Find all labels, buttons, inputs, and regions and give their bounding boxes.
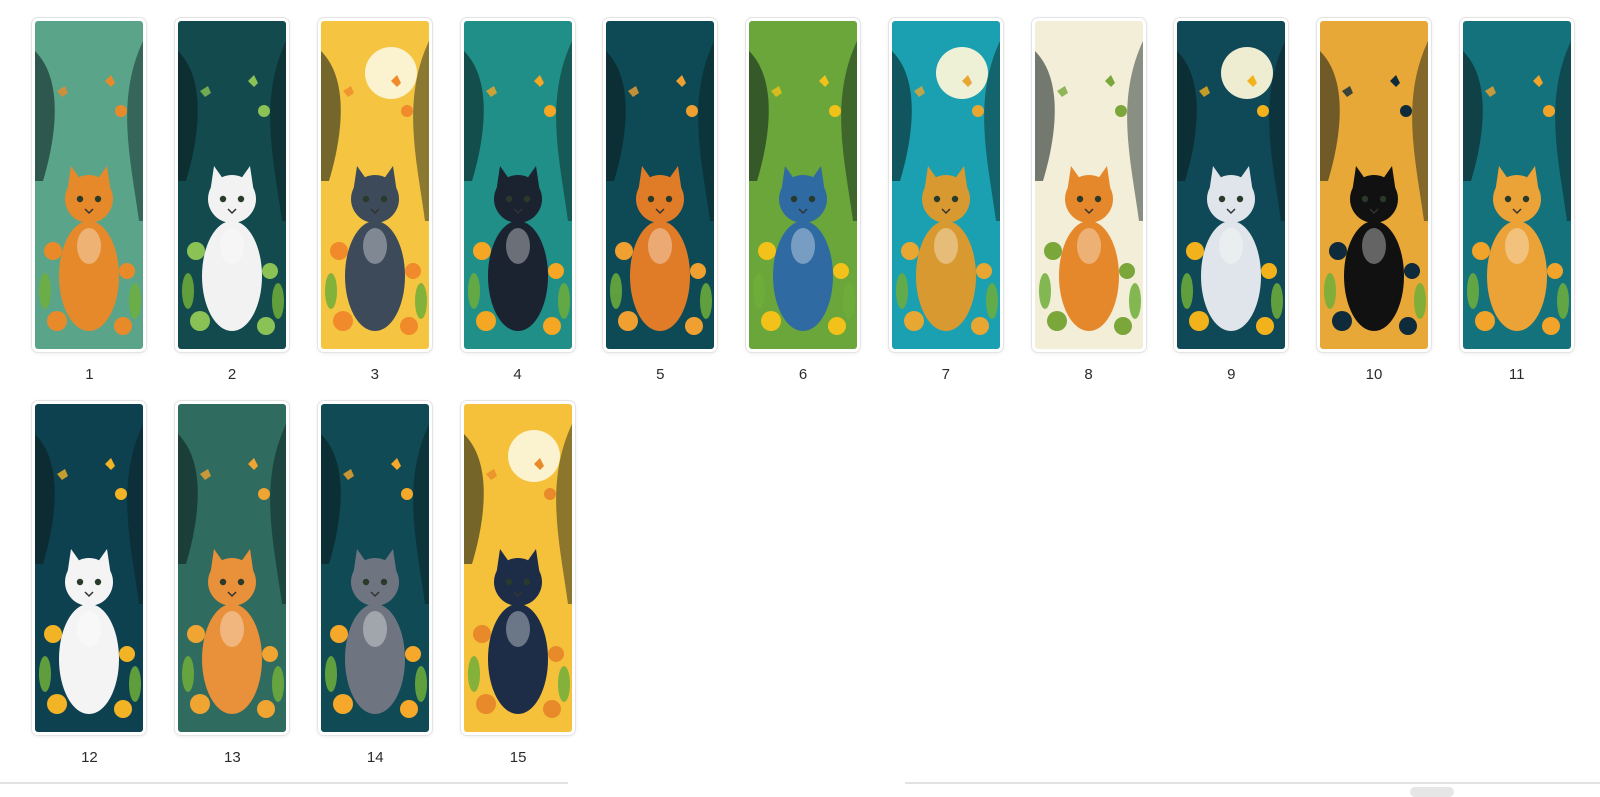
cat-illustration (35, 404, 144, 732)
cat-illustration (1177, 21, 1286, 349)
bookmark-thumbnail[interactable] (746, 18, 861, 352)
cat-illustration (1462, 21, 1571, 349)
cat-illustration (606, 21, 715, 349)
bookmark-thumbnail[interactable] (317, 18, 432, 352)
gallery-item: 9 (1160, 18, 1303, 385)
gallery-item: 11 (1445, 18, 1588, 385)
gallery-item: 5 (589, 18, 732, 385)
gallery-item: 2 (161, 18, 304, 385)
cat-illustration (1319, 21, 1428, 349)
bookmark-number-label: 3 (370, 366, 379, 383)
bookmark-thumbnail[interactable] (318, 401, 433, 735)
bookmark-thumbnail[interactable] (1459, 18, 1574, 352)
bookmark-number-label: 2 (227, 366, 237, 383)
bookmark-thumbnail[interactable] (888, 18, 1003, 352)
bookmark-thumbnail[interactable] (1174, 18, 1289, 352)
bookmark-thumbnail[interactable] (1316, 18, 1431, 352)
bookmark-number-label: 10 (1365, 366, 1383, 383)
gallery-item: 10 (1303, 18, 1446, 385)
bookmark-gallery: 1 2 3 4 5 6 7 8 9 10 11 12 13 14 15 (18, 18, 1588, 768)
bookmark-number-label: 5 (656, 366, 665, 383)
bookmark-number-label: 14 (366, 749, 384, 766)
horizontal-divider-right (905, 782, 1600, 784)
bookmark-thumbnail[interactable] (175, 18, 290, 352)
bookmark-thumbnail[interactable] (461, 401, 576, 735)
bookmark-number-label: 15 (509, 749, 527, 766)
gallery-item: 6 (732, 18, 875, 385)
gallery-item: 15 (447, 401, 590, 768)
bookmark-number-label: 6 (798, 366, 808, 383)
bookmark-number-label: 11 (1508, 366, 1525, 383)
bookmark-thumbnail[interactable] (603, 18, 718, 352)
bookmark-number-label: 13 (223, 749, 241, 766)
gallery-item: 12 (18, 401, 161, 768)
cat-illustration (321, 404, 430, 732)
cat-illustration (35, 21, 144, 349)
cat-illustration (891, 21, 1000, 349)
gallery-item: 13 (161, 401, 304, 768)
gallery-item: 7 (874, 18, 1017, 385)
bookmark-number-label: 1 (85, 366, 94, 383)
bookmark-thumbnail[interactable] (32, 18, 147, 352)
scroll-handle[interactable] (1410, 787, 1454, 797)
cat-illustration (464, 404, 573, 732)
bookmark-number-label: 9 (1227, 366, 1236, 383)
bookmark-thumbnail[interactable] (460, 18, 575, 352)
gallery-item: 8 (1017, 18, 1160, 385)
bookmark-thumbnail[interactable] (175, 401, 290, 735)
gallery-item: 3 (303, 18, 446, 385)
bookmark-number-label: 4 (513, 366, 522, 383)
bookmark-number-label: 8 (1084, 366, 1093, 383)
cat-illustration (178, 21, 287, 349)
bookmark-thumbnail[interactable] (1031, 18, 1146, 352)
bookmark-number-label: 7 (941, 366, 950, 383)
bookmark-number-label: 12 (81, 749, 98, 766)
gallery-row-2: 12 13 14 15 (18, 401, 1588, 768)
gallery-item: 1 (18, 18, 161, 385)
gallery-item: 4 (446, 18, 589, 385)
cat-illustration (749, 21, 858, 349)
cat-illustration (178, 404, 287, 732)
cat-illustration (463, 21, 572, 349)
gallery-item: 14 (304, 401, 447, 768)
cat-illustration (320, 21, 429, 349)
gallery-row-1: 1 2 3 4 5 6 7 8 9 10 11 (18, 18, 1588, 385)
bookmark-thumbnail[interactable] (32, 401, 147, 735)
cat-illustration (1034, 21, 1143, 349)
horizontal-divider-left (0, 782, 568, 784)
